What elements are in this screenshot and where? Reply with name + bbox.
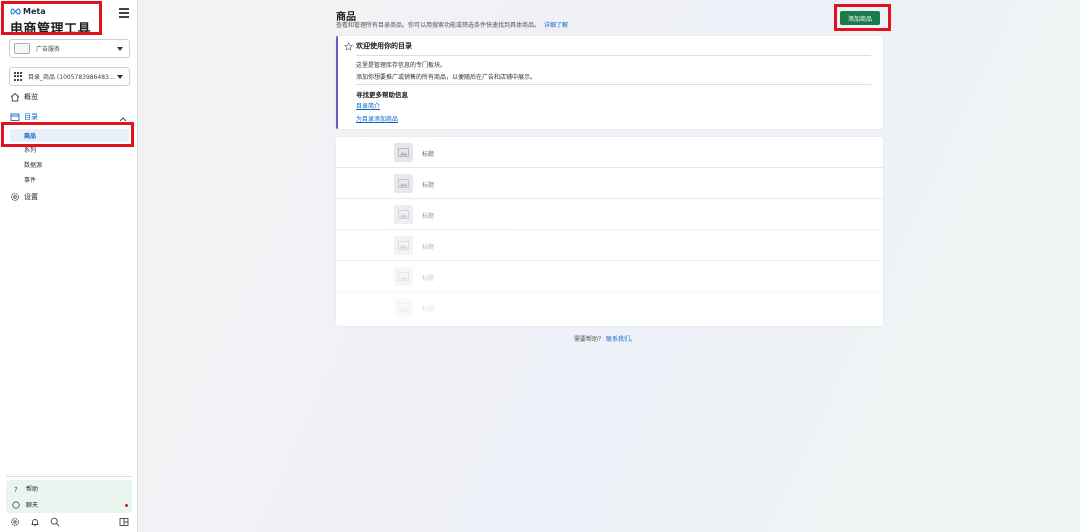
- product-title: 标题: [422, 306, 435, 313]
- info-card-divider: [356, 55, 871, 56]
- product-thumbnail: [394, 143, 413, 162]
- nav-overview-label: 概览: [24, 93, 38, 101]
- product-title: 标题: [422, 244, 435, 251]
- image-placeholder-icon: [398, 272, 409, 281]
- product-list: 标题 标题 标题 标题 标题 标题: [336, 137, 883, 326]
- subnav-events-label: 事件: [24, 177, 37, 184]
- chat-icon: [12, 500, 20, 509]
- table-row[interactable]: 标题: [336, 137, 883, 168]
- info-card-heading: 欢迎使用你的目录: [344, 41, 412, 51]
- image-placeholder-icon: [398, 303, 409, 312]
- help-chat-panel: ? 帮助 聊天: [6, 480, 132, 513]
- help-footer: 需要帮助？ 联系我们。: [574, 334, 636, 343]
- search-icon[interactable]: [50, 517, 60, 527]
- svg-text:?: ?: [14, 486, 18, 493]
- catalog-intro-link[interactable]: 目录简介: [356, 101, 380, 110]
- caret-down-icon: [117, 75, 123, 79]
- home-icon: [10, 92, 20, 102]
- nav-overview[interactable]: 概览: [10, 92, 38, 102]
- product-thumbnail: [394, 298, 413, 317]
- product-thumbnail: [394, 205, 413, 224]
- table-row[interactable]: 标题: [336, 230, 883, 261]
- info-card-line1: 这里是管理库存信息的专门板块。: [356, 62, 447, 69]
- image-placeholder-icon: [398, 241, 409, 250]
- notification-dot: [125, 504, 128, 507]
- welcome-info-card: 欢迎使用你的目录 这里是管理库存信息的专门板块。 添加你想要推广或销售的所有商品…: [336, 36, 883, 129]
- product-title: 标题: [422, 213, 435, 220]
- product-title: 标题: [422, 275, 435, 282]
- question-icon: ?: [14, 486, 18, 493]
- info-card-more-heading: 寻找更多帮助信息: [356, 91, 408, 99]
- contact-us-link[interactable]: 联系我们。: [606, 336, 636, 343]
- nav-settings-label: 设置: [24, 193, 38, 201]
- chat-label: 聊天: [26, 502, 39, 509]
- sidebar: Meta 电商管理工具 广告服务 目录_商品 (1005783986483… 概…: [0, 0, 138, 532]
- info-card-heading-text: 欢迎使用你的目录: [356, 42, 412, 50]
- table-row[interactable]: 标题: [336, 168, 883, 199]
- image-placeholder-icon: [398, 179, 409, 188]
- nav-catalog-label: 目录: [24, 113, 38, 121]
- product-title: 标题: [422, 151, 435, 158]
- page-description-text: 查看和管理所有目录商品。你可以用搜索功能或筛选条件快速找到具体商品。: [336, 22, 541, 29]
- account-select[interactable]: 广告服务: [9, 39, 130, 58]
- learn-more-link[interactable]: 详细了解: [544, 22, 568, 29]
- table-row[interactable]: 标题: [336, 199, 883, 230]
- help-footer-text: 需要帮助？: [574, 336, 605, 343]
- catalog-icon: [10, 113, 20, 121]
- product-thumbnail: [394, 267, 413, 286]
- annotation-box-products: [1, 122, 134, 147]
- help-item[interactable]: ? 帮助: [12, 484, 39, 494]
- hamburger-icon[interactable]: [119, 8, 129, 18]
- gear-icon: [11, 193, 19, 201]
- annotation-box-title: [1, 1, 102, 35]
- star-icon: [344, 41, 353, 51]
- gear-icon[interactable]: [10, 517, 20, 527]
- chat-item[interactable]: 聊天: [12, 500, 38, 509]
- grid-icon: [14, 71, 24, 82]
- account-select-value: 广告服务: [36, 46, 61, 53]
- panel-icon[interactable]: [119, 517, 129, 527]
- table-row[interactable]: 标题: [336, 292, 883, 326]
- product-thumbnail: [394, 236, 413, 255]
- nav-settings[interactable]: 设置: [10, 192, 38, 202]
- subnav-events[interactable]: 事件: [10, 173, 129, 186]
- sidebar-divider: [6, 476, 132, 477]
- account-icon: [14, 43, 30, 54]
- info-card-line2: 添加你想要推广或销售的所有商品，以便随后在广告和店铺中展示。: [356, 74, 537, 81]
- product-thumbnail: [394, 174, 413, 193]
- page-description: 查看和管理所有目录商品。你可以用搜索功能或筛选条件快速找到具体商品。 详细了解: [336, 20, 568, 29]
- nav-catalog[interactable]: 目录: [10, 112, 38, 122]
- info-card-divider: [356, 84, 871, 85]
- help-label: 帮助: [26, 486, 39, 493]
- table-row[interactable]: 标题: [336, 261, 883, 292]
- bottom-toolbar: [10, 517, 130, 527]
- image-placeholder-icon: [398, 148, 409, 157]
- catalog-select[interactable]: 目录_商品 (1005783986483…: [9, 67, 130, 86]
- subnav-data-sources-label: 数据源: [24, 162, 43, 169]
- add-products-to-catalog-link[interactable]: 为目录添加商品: [356, 114, 398, 123]
- bell-icon[interactable]: [30, 517, 40, 527]
- product-title: 标题: [422, 182, 435, 189]
- image-placeholder-icon: [398, 210, 409, 219]
- subnav-data-sources[interactable]: 数据源: [10, 158, 129, 171]
- catalog-select-value: 目录_商品 (1005783986483…: [28, 74, 115, 81]
- caret-down-icon: [117, 47, 123, 51]
- add-product-button[interactable]: 添加商品: [840, 11, 880, 25]
